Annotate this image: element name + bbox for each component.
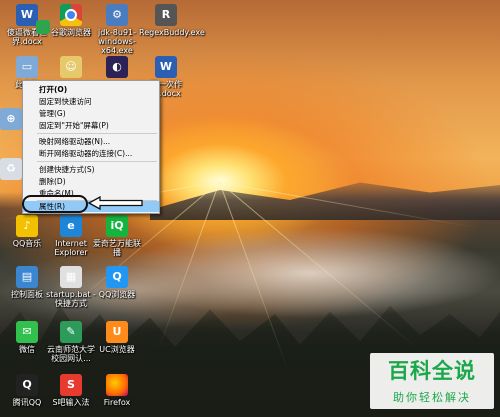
chrome-icon — [60, 4, 82, 26]
menu-item-manage[interactable]: 管理(G) — [23, 108, 159, 119]
desktop-icon-recycle-bin[interactable]: ♻ — [0, 158, 22, 182]
desktop-icon-iqiyi[interactable]: iQ 爱奇艺万能联播 — [90, 215, 144, 257]
recycle-bin-icon: ♻ — [0, 158, 22, 180]
watermark-subtitle: 助你轻松解决 — [393, 391, 471, 404]
desktop-icon-uc-browser[interactable]: U UC浏览器 — [90, 321, 144, 354]
sogou-icon: S — [60, 374, 82, 396]
campus-network-icon: ✎ — [60, 321, 82, 343]
shield-icon — [36, 20, 50, 34]
qq-music-icon: ♪ — [16, 215, 38, 237]
desktop-icon-regexbuddy[interactable]: R RegexBuddy.exe — [139, 4, 205, 37]
uc-browser-icon: U — [106, 321, 128, 343]
watermark-title: 百科全说 — [388, 359, 476, 383]
context-menu: 打开(O) 固定到快速访问 管理(G) 固定到"开始"屏幕(P) 映射网络驱动器… — [22, 80, 160, 214]
firefox-icon — [106, 374, 128, 396]
annotation-ring — [22, 195, 88, 213]
menu-item-delete[interactable]: 删除(D) — [23, 176, 159, 187]
menu-item-open[interactable]: 打开(O) — [23, 84, 159, 95]
desktop-icon-label: RegexBuddy.exe — [139, 28, 205, 37]
wallpaper-mist — [120, 228, 500, 318]
iqiyi-icon: iQ — [106, 215, 128, 237]
network-icon: ⊕ — [0, 108, 22, 130]
eclipse-icon: ◐ — [106, 56, 128, 78]
wechat-icon: ✉ — [16, 321, 38, 343]
regexbuddy-icon: R — [155, 4, 177, 26]
desktop-icon-label: 爱奇艺万能联播 — [93, 239, 141, 258]
desktop-icon-label: QQ浏览器 — [98, 290, 136, 299]
desktop-icon-eclipse[interactable]: ◐ — [90, 56, 144, 80]
desktop-icon-shield[interactable] — [33, 20, 53, 36]
internet-explorer-icon: e — [60, 215, 82, 237]
watermark-logo: 百科全说 助你轻松解决 — [370, 353, 494, 409]
computer-icon: ▭ — [16, 56, 38, 78]
control-panel-icon: ▤ — [16, 266, 38, 288]
user-folder-icon: ☺ — [60, 56, 82, 78]
installer-icon: ⚙ — [106, 4, 128, 26]
menu-item-pin-start[interactable]: 固定到"开始"屏幕(P) — [23, 120, 159, 131]
menu-separator — [37, 161, 157, 162]
desktop-icon-label: Firefox — [103, 398, 131, 407]
annotation-arrow-icon — [88, 196, 143, 210]
qq-icon: Q — [16, 374, 38, 396]
qq-browser-icon: Q — [106, 266, 128, 288]
menu-separator — [37, 133, 157, 134]
desktop-icon-network[interactable]: ⊕ — [0, 108, 22, 132]
desktop-icon-jdk-installer[interactable]: ⚙ jdk-8u91-windows-x64.exe — [90, 4, 144, 56]
desktop-icon-qq-browser[interactable]: Q QQ浏览器 — [90, 266, 144, 299]
desktop-icon-firefox[interactable]: Firefox — [90, 374, 144, 407]
menu-item-create-shortcut[interactable]: 创建快捷方式(S) — [23, 164, 159, 175]
desktop-icon-label: jdk-8u91-windows-x64.exe — [97, 28, 137, 56]
menu-item-pin-quick-access[interactable]: 固定到快速访问 — [23, 96, 159, 107]
bat-shortcut-icon: ▦ — [60, 266, 82, 288]
desktop-icon-label: UC浏览器 — [99, 345, 135, 354]
menu-item-disconnect-network-drive[interactable]: 断开网络驱动器的连接(C)... — [23, 148, 159, 159]
word-doc-icon: W — [155, 56, 177, 78]
menu-item-map-network-drive[interactable]: 映射网络驱动器(N)... — [23, 136, 159, 147]
